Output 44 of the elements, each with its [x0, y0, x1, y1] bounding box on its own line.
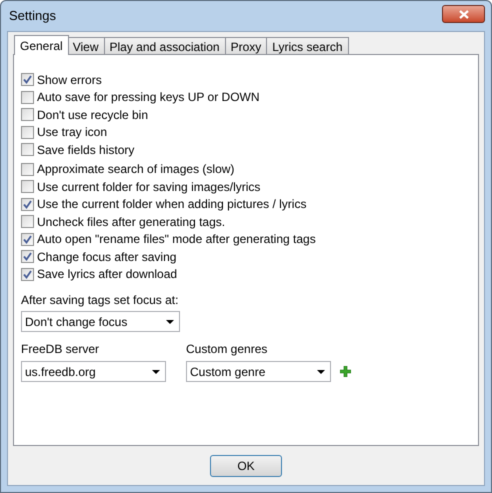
checkbox[interactable] — [21, 268, 34, 281]
checkbox[interactable] — [21, 162, 34, 176]
checkbox[interactable] — [21, 232, 34, 246]
plus-icon[interactable] — [340, 366, 351, 377]
checkmark-icon — [23, 200, 32, 209]
close-button[interactable] — [442, 5, 485, 23]
checkbox-label: Change focus after saving — [37, 248, 176, 266]
tab[interactable]: Proxy — [224, 37, 268, 55]
caret-icon — [152, 370, 160, 374]
tab[interactable]: Play and association — [104, 37, 226, 55]
checkbox-label: Save lyrics after download — [37, 266, 178, 284]
ok-button[interactable]: OK — [210, 454, 282, 476]
caret-icon — [166, 320, 174, 324]
checkbox-label: Auto save for pressing keys UP or DOWN — [37, 89, 260, 106]
checkbox-label: Don't use recycle bin — [37, 106, 148, 124]
checkbox[interactable] — [21, 108, 34, 122]
checkbox[interactable] — [21, 90, 34, 104]
window-title: Settings — [9, 7, 56, 26]
checkmark-icon — [23, 75, 32, 84]
checkbox-label: Uncheck files after generating tags. — [37, 214, 226, 231]
field-label: Custom genres — [186, 341, 268, 358]
field-label: After saving tags set focus at: — [21, 292, 180, 309]
caret-icon — [317, 370, 325, 374]
checkbox[interactable] — [21, 198, 34, 211]
checkbox-label: Use tray icon — [37, 124, 108, 142]
dropdown[interactable]: Don't change focus — [21, 311, 180, 332]
checkbox[interactable] — [21, 180, 34, 194]
checkbox[interactable] — [21, 250, 34, 264]
close-icon — [458, 10, 468, 18]
checkbox[interactable] — [21, 73, 34, 86]
tab[interactable]: General — [14, 35, 69, 55]
checkbox[interactable] — [21, 126, 34, 139]
checkbox[interactable] — [21, 143, 34, 156]
dropdown[interactable]: Custom genre — [186, 361, 331, 382]
checkbox-label: Save fields history — [37, 142, 134, 159]
dropdown[interactable]: us.freedb.org — [21, 361, 166, 382]
checkbox-label: Auto open "rename files" mode after generating tags — [37, 231, 316, 248]
tab[interactable]: Lyrics search — [266, 37, 349, 55]
field-label: FreeDB server — [21, 341, 100, 358]
checkbox-label: Use current folder for saving images/lyrics — [37, 178, 260, 196]
checkbox[interactable] — [21, 215, 34, 228]
checkbox-label: Show errors — [37, 72, 102, 89]
checkbox-label: Use the current folder when adding pictures / lyrics — [37, 196, 306, 214]
checkbox-label: Approximate search of images (slow) — [37, 161, 234, 178]
